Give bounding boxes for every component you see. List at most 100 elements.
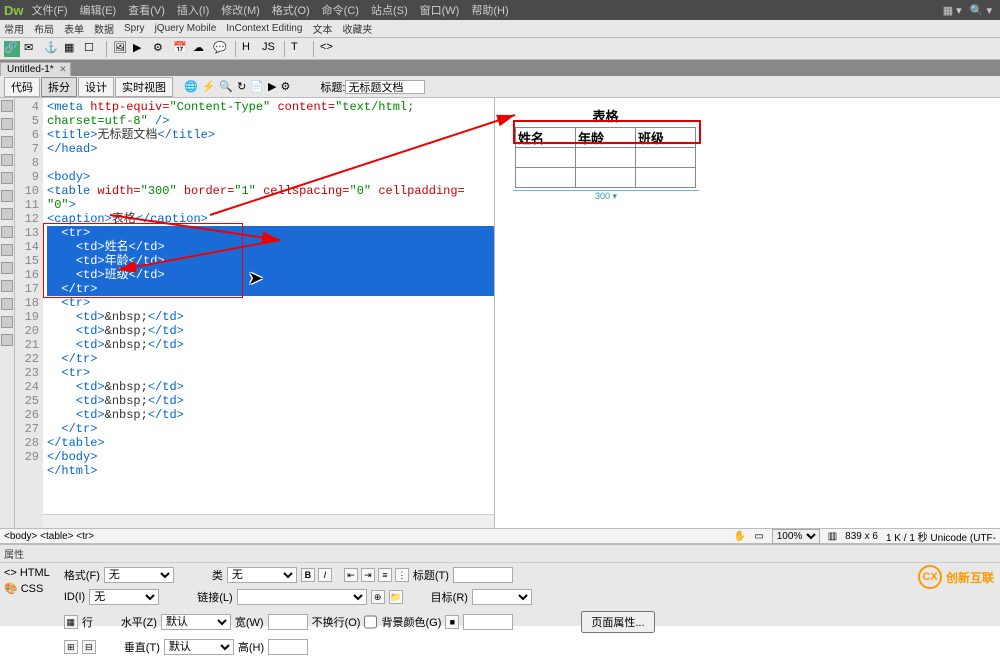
view-design-button[interactable]: 设计 bbox=[78, 77, 114, 97]
refresh-icon[interactable]: ↻ bbox=[237, 80, 246, 93]
tag-path[interactable]: <body> <table> <tr> bbox=[4, 531, 94, 542]
gutter-icon[interactable] bbox=[1, 100, 13, 112]
height-input[interactable] bbox=[268, 639, 308, 655]
image-icon[interactable]: 🖼 bbox=[113, 41, 129, 57]
tag-chooser-icon[interactable]: <> bbox=[320, 41, 336, 57]
design-table[interactable]: 表格 姓名 年龄 班级 bbox=[515, 106, 696, 188]
design-panel[interactable]: 表格 姓名 年龄 班级 300 ▾ bbox=[495, 98, 1000, 528]
gutter-icon[interactable] bbox=[1, 172, 13, 184]
div-icon[interactable]: ☐ bbox=[84, 41, 100, 57]
class-select[interactable]: 无 bbox=[227, 567, 297, 583]
gutter-icon[interactable] bbox=[1, 262, 13, 274]
select-tool-icon[interactable]: ▭ bbox=[754, 531, 763, 542]
point-to-file-icon[interactable]: ⊕ bbox=[371, 590, 385, 604]
cat-spry[interactable]: Spry bbox=[124, 23, 145, 34]
ul-icon[interactable]: ≡ bbox=[378, 568, 392, 582]
close-icon[interactable]: ✕ bbox=[59, 64, 67, 75]
scrollbar-horizontal[interactable] bbox=[43, 514, 494, 528]
table-caption[interactable]: 表格 bbox=[515, 106, 696, 125]
menu-view[interactable]: 查看(V) bbox=[128, 2, 165, 18]
bold-icon[interactable]: B bbox=[301, 568, 315, 582]
script-icon[interactable]: JS bbox=[262, 41, 278, 57]
color-picker-icon[interactable]: ■ bbox=[445, 615, 459, 629]
vert-select[interactable]: 默认 bbox=[164, 639, 234, 655]
cat-forms[interactable]: 表单 bbox=[64, 21, 84, 36]
templates-icon[interactable]: T bbox=[291, 41, 307, 57]
cat-text[interactable]: 文本 bbox=[312, 21, 332, 36]
nav-icon[interactable]: ▶ bbox=[268, 80, 276, 93]
indent-icon[interactable]: ⇥ bbox=[361, 568, 375, 582]
view-live-button[interactable]: 实时视图 bbox=[115, 77, 173, 97]
target-select[interactable] bbox=[472, 589, 532, 605]
zoom-select[interactable]: 100% bbox=[772, 529, 820, 544]
viewport-icon[interactable]: ▥ bbox=[828, 531, 837, 542]
cat-favorites[interactable]: 收藏夹 bbox=[342, 21, 372, 36]
cell-name[interactable]: 姓名 bbox=[516, 128, 576, 148]
anchor-icon[interactable]: ⚓ bbox=[44, 41, 60, 57]
nowrap-checkbox[interactable] bbox=[364, 614, 377, 630]
email-icon[interactable]: ✉ bbox=[24, 41, 40, 57]
hyperlink-icon[interactable]: 🔗 bbox=[4, 41, 20, 57]
layout-icon[interactable]: ▦ ▾ bbox=[943, 4, 962, 17]
document-tab[interactable]: Untitled-1* ✕ bbox=[0, 62, 71, 76]
browse-icon[interactable]: 📁 bbox=[389, 590, 403, 604]
horiz-select[interactable]: 默认 bbox=[161, 614, 231, 630]
ol-icon[interactable]: ⋮ bbox=[395, 568, 409, 582]
menu-commands[interactable]: 命令(C) bbox=[322, 2, 359, 18]
menu-modify[interactable]: 修改(M) bbox=[221, 2, 260, 18]
gutter-icon[interactable] bbox=[1, 298, 13, 310]
date-icon[interactable]: 📅 bbox=[173, 41, 189, 57]
live-code-icon[interactable]: ⚡ bbox=[202, 80, 216, 93]
width-input[interactable] bbox=[268, 614, 308, 630]
search-icon[interactable]: 🔍 ▾ bbox=[970, 4, 992, 17]
page-properties-button[interactable]: 页面属性... bbox=[581, 611, 654, 633]
menu-help[interactable]: 帮助(H) bbox=[471, 2, 508, 18]
merge-icon[interactable]: ⊞ bbox=[64, 640, 78, 654]
css-mode-button[interactable]: 🎨 CSS bbox=[4, 582, 50, 595]
menu-window[interactable]: 窗口(W) bbox=[420, 2, 460, 18]
bg-input[interactable] bbox=[463, 614, 513, 630]
gutter-icon[interactable] bbox=[1, 190, 13, 202]
link-select[interactable] bbox=[237, 589, 367, 605]
split-icon[interactable]: ⊟ bbox=[82, 640, 96, 654]
view-code-button[interactable]: 代码 bbox=[4, 77, 40, 97]
gutter-icon[interactable] bbox=[1, 280, 13, 292]
gutter-icon[interactable] bbox=[1, 208, 13, 220]
head-icon[interactable]: H bbox=[242, 41, 258, 57]
view-split-button[interactable]: 拆分 bbox=[41, 77, 77, 97]
title2-input[interactable] bbox=[453, 567, 513, 583]
table-icon[interactable]: ▦ bbox=[64, 41, 80, 57]
menu-format[interactable]: 格式(O) bbox=[272, 2, 310, 18]
menu-edit[interactable]: 编辑(E) bbox=[80, 2, 117, 18]
gutter-icon[interactable] bbox=[1, 136, 13, 148]
cat-jquery[interactable]: jQuery Mobile bbox=[155, 23, 217, 34]
cat-layout[interactable]: 布局 bbox=[34, 21, 54, 36]
server-icon[interactable]: ☁ bbox=[193, 41, 209, 57]
cat-incontext[interactable]: InContext Editing bbox=[226, 23, 302, 34]
hand-tool-icon[interactable]: ✋ bbox=[734, 531, 746, 542]
inspect-icon[interactable]: 🔍 bbox=[219, 80, 233, 93]
gutter-icon[interactable] bbox=[1, 316, 13, 328]
cat-data[interactable]: 数据 bbox=[94, 21, 114, 36]
gutter-icon[interactable] bbox=[1, 226, 13, 238]
gutter-icon[interactable] bbox=[1, 154, 13, 166]
title-input[interactable] bbox=[345, 80, 425, 94]
html-mode-button[interactable]: <> HTML bbox=[4, 567, 50, 579]
menu-insert[interactable]: 插入(I) bbox=[177, 2, 209, 18]
media-icon[interactable]: ▶ bbox=[133, 41, 149, 57]
options-icon[interactable]: ⚙ bbox=[281, 80, 291, 93]
widget-icon[interactable]: ⚙ bbox=[153, 41, 169, 57]
cell-class[interactable]: 班级 bbox=[636, 128, 696, 148]
comment-icon[interactable]: 💬 bbox=[213, 41, 229, 57]
id-select[interactable]: 无 bbox=[89, 589, 159, 605]
gutter-icon[interactable] bbox=[1, 334, 13, 346]
cat-common[interactable]: 常用 bbox=[4, 21, 24, 36]
gutter-icon[interactable] bbox=[1, 118, 13, 130]
cell-age[interactable]: 年龄 bbox=[576, 128, 636, 148]
menu-file[interactable]: 文件(F) bbox=[32, 2, 68, 18]
format-select[interactable]: 无 bbox=[104, 567, 174, 583]
gutter-icon[interactable] bbox=[1, 244, 13, 256]
menu-site[interactable]: 站点(S) bbox=[371, 2, 408, 18]
outdent-icon[interactable]: ⇤ bbox=[344, 568, 358, 582]
italic-icon[interactable]: I bbox=[318, 568, 332, 582]
